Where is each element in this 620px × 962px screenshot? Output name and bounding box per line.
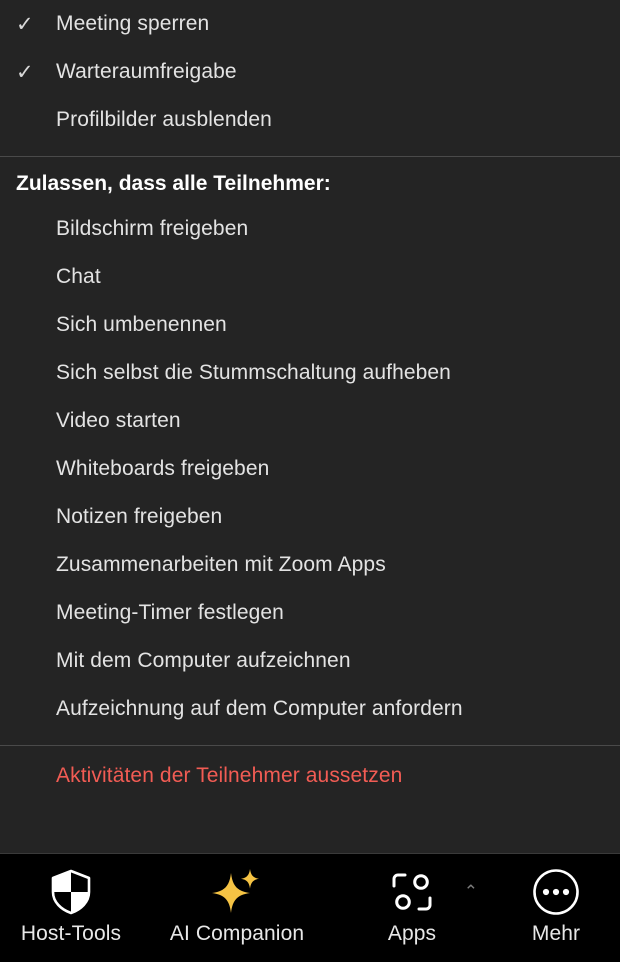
toolbar-label: Apps <box>387 922 437 945</box>
menu-item-lock-meeting[interactable]: ✓ Meeting sperren <box>0 0 620 48</box>
menu-item-record-on-computer[interactable]: Mit dem Computer aufzeichnen <box>0 637 620 685</box>
menu-group-allow-participants: Bildschirm freigeben Chat Sich umbenenne… <box>0 205 620 733</box>
toolbar-button-more[interactable]: Mehr <box>492 854 620 962</box>
menu-item-start-video[interactable]: Video starten <box>0 397 620 445</box>
toolbar-label: AI Companion <box>169 922 305 945</box>
apps-icon <box>387 866 437 918</box>
menu-item-label: Video starten <box>56 409 181 432</box>
menu-group-security: ✓ Meeting sperren ✓ Warteraumfreigabe Pr… <box>0 0 620 144</box>
menu-item-label: Profilbilder ausblenden <box>56 108 272 131</box>
menu-item-unmute-themselves[interactable]: Sich selbst die Stummschaltung aufheben <box>0 349 620 397</box>
toolbar-button-host-tools[interactable]: Host-Tools <box>0 854 142 962</box>
menu-item-set-meeting-timer[interactable]: Meeting-Timer festlegen <box>0 589 620 637</box>
menu-item-hide-profile-pictures[interactable]: Profilbilder ausblenden <box>0 96 620 144</box>
menu-item-share-notes[interactable]: Notizen freigeben <box>0 493 620 541</box>
menu-item-suspend-participant-activities[interactable]: Aktivitäten der Teilnehmer aussetzen <box>0 752 620 800</box>
sparkles-icon <box>209 866 265 918</box>
chevron-up-icon[interactable]: ⌃ <box>464 884 478 901</box>
menu-item-label: Warteraumfreigabe <box>56 60 237 83</box>
menu-item-label: Meeting sperren <box>56 12 210 35</box>
host-tools-menu: ✓ Meeting sperren ✓ Warteraumfreigabe Pr… <box>0 0 620 853</box>
shield-check-icon <box>48 866 94 918</box>
menu-item-rename-themselves[interactable]: Sich umbenennen <box>0 301 620 349</box>
section-title-allow-participants: Zulassen, dass alle Teilnehmer: <box>16 172 331 195</box>
menu-item-label: Mit dem Computer aufzeichnen <box>56 649 351 672</box>
menu-item-share-screen[interactable]: Bildschirm freigeben <box>0 205 620 253</box>
check-icon: ✓ <box>16 59 34 84</box>
menu-item-label: Sich selbst die Stummschaltung aufheben <box>56 361 451 384</box>
menu-item-label: Zusammenarbeiten mit Zoom Apps <box>56 553 386 576</box>
check-icon: ✓ <box>16 11 34 36</box>
menu-item-label: Chat <box>56 265 101 288</box>
ellipsis-circle-icon <box>531 866 581 918</box>
toolbar-button-apps[interactable]: ⌃ Apps <box>332 854 492 962</box>
menu-item-label: Meeting-Timer festlegen <box>56 601 284 624</box>
menu-item-label: Whiteboards freigeben <box>56 457 270 480</box>
host-tools-menu-window: ✓ Meeting sperren ✓ Warteraumfreigabe Pr… <box>0 0 620 962</box>
menu-item-waiting-room[interactable]: ✓ Warteraumfreigabe <box>0 48 620 96</box>
meeting-toolbar: Host-Tools AI Companion ⌃ Apps Mehr <box>0 853 620 962</box>
menu-item-label: Aufzeichnung auf dem Computer anfordern <box>56 697 463 720</box>
menu-item-label: Sich umbenennen <box>56 313 227 336</box>
toolbar-label: Mehr <box>531 922 581 945</box>
menu-item-label: Notizen freigeben <box>56 505 223 528</box>
menu-item-collaborate-zoom-apps[interactable]: Zusammenarbeiten mit Zoom Apps <box>0 541 620 589</box>
menu-item-chat[interactable]: Chat <box>0 253 620 301</box>
toolbar-button-ai-companion[interactable]: AI Companion <box>142 854 332 962</box>
toolbar-label: Host-Tools <box>20 922 122 945</box>
menu-item-request-local-recording[interactable]: Aufzeichnung auf dem Computer anfordern <box>0 685 620 733</box>
menu-item-share-whiteboards[interactable]: Whiteboards freigeben <box>0 445 620 493</box>
menu-item-label: Bildschirm freigeben <box>56 217 249 240</box>
menu-item-label: Aktivitäten der Teilnehmer aussetzen <box>56 764 403 787</box>
